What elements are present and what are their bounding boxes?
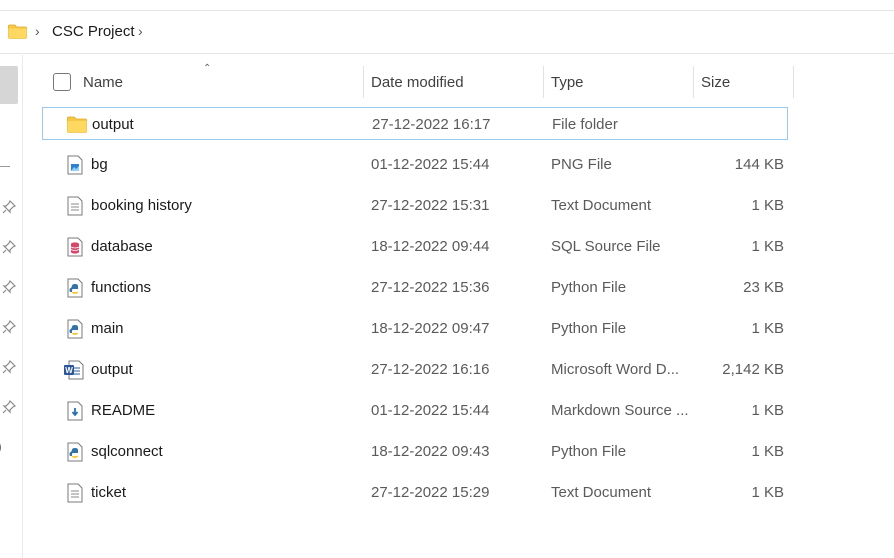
breadcrumb-item[interactable]: CSC Project xyxy=(52,23,135,40)
column-divider[interactable] xyxy=(793,66,794,98)
sort-up-icon: ⌃ xyxy=(203,63,212,74)
column-header-type[interactable]: Type xyxy=(551,74,584,91)
file-date-modified: 18-12-2022 09:43 xyxy=(371,443,490,460)
folder-icon xyxy=(67,116,87,136)
file-name: ticket xyxy=(91,484,127,501)
navigation-pane xyxy=(0,55,22,558)
python-file-icon xyxy=(66,278,84,298)
file-name: README xyxy=(91,402,156,419)
chevron-right-icon[interactable]: › xyxy=(138,23,143,39)
file-type: PNG File xyxy=(551,156,612,173)
text-file-icon xyxy=(66,483,84,503)
sql-file-icon xyxy=(66,237,84,257)
file-row[interactable]: main 18-12-2022 09:47 Python File 1 KB xyxy=(42,312,788,345)
file-row[interactable]: bg 01-12-2022 15:44 PNG File 144 KB xyxy=(42,148,788,181)
file-name: booking history xyxy=(91,197,192,214)
file-row[interactable]: booking history 27-12-2022 15:31 Text Docu… xyxy=(42,189,788,222)
file-date-modified: 27-12-2022 15:36 xyxy=(371,279,490,296)
select-all-checkbox[interactable] xyxy=(53,73,71,91)
file-name: output xyxy=(92,116,134,133)
file-row[interactable]: sqlconnect 18-12-2022 09:43 Python File 1 K… xyxy=(42,435,788,468)
file-date-modified: 01-12-2022 15:44 xyxy=(371,402,490,419)
pane-divider[interactable] xyxy=(22,55,23,558)
file-size: 1 KB xyxy=(751,238,784,255)
file-size: 1 KB xyxy=(751,320,784,337)
file-size: 1 KB xyxy=(751,197,784,214)
file-date-modified: 27-12-2022 15:29 xyxy=(371,484,490,501)
file-type: Text Document xyxy=(551,197,652,214)
chevron-right-icon[interactable]: › xyxy=(35,23,40,39)
file-type: File folder xyxy=(552,116,618,133)
file-row[interactable]: Woutput 27-12-2022 16:16 Microsoft Word D.… xyxy=(42,353,788,386)
file-size: 23 KB xyxy=(743,279,784,296)
pin-icon[interactable] xyxy=(2,400,16,414)
file-type: Text Document xyxy=(551,484,652,501)
file-date-modified: 18-12-2022 09:44 xyxy=(371,238,490,255)
file-date-modified: 18-12-2022 09:47 xyxy=(371,320,490,337)
file-type: SQL Source File xyxy=(551,238,661,255)
file-type: Markdown Source ... xyxy=(551,402,689,419)
divider xyxy=(0,53,894,54)
column-divider[interactable] xyxy=(543,66,544,98)
drive-icon[interactable]: ) xyxy=(0,438,2,454)
top-border xyxy=(0,10,894,11)
column-header-name[interactable]: Name xyxy=(83,74,123,91)
divider xyxy=(0,166,10,167)
file-type: Python File xyxy=(551,443,627,460)
file-date-modified: 01-12-2022 15:44 xyxy=(371,156,490,173)
file-type: Python File xyxy=(551,320,627,337)
file-size: 1 KB xyxy=(751,484,784,501)
file-date-modified: 27-12-2022 16:17 xyxy=(372,116,491,133)
file-size: 1 KB xyxy=(751,402,784,419)
file-name: output xyxy=(91,361,133,378)
file-date-modified: 27-12-2022 15:31 xyxy=(371,197,490,214)
column-header-size[interactable]: Size xyxy=(701,74,730,91)
nav-pane-selection[interactable] xyxy=(0,66,18,104)
file-name: functions xyxy=(91,279,152,296)
markdown-file-icon xyxy=(66,401,84,421)
column-header-date[interactable]: Date modified xyxy=(371,74,464,91)
file-row[interactable]: README 01-12-2022 15:44 Markdown Source ..… xyxy=(42,394,788,427)
file-size: 1 KB xyxy=(751,443,784,460)
file-row[interactable]: database 18-12-2022 09:44 SQL Source File 1… xyxy=(42,230,788,263)
image-file-icon xyxy=(66,155,84,175)
text-file-icon xyxy=(66,196,84,216)
column-divider[interactable] xyxy=(363,66,364,98)
python-file-icon xyxy=(66,319,84,339)
file-row[interactable]: ticket 27-12-2022 15:29 Text Document 1 KB xyxy=(42,476,788,509)
file-size: 2,142 KB xyxy=(722,361,784,378)
file-type: Microsoft Word D... xyxy=(551,361,680,378)
pin-icon[interactable] xyxy=(2,200,16,214)
file-name: database xyxy=(91,238,153,255)
pin-icon[interactable] xyxy=(2,320,16,334)
pin-icon[interactable] xyxy=(2,280,16,294)
file-date-modified: 27-12-2022 16:16 xyxy=(371,361,490,378)
word-file-icon: W xyxy=(63,360,84,380)
column-divider[interactable] xyxy=(693,66,694,98)
file-name: sqlconnect xyxy=(91,443,163,460)
file-size: 144 KB xyxy=(734,156,784,173)
pin-icon[interactable] xyxy=(2,360,16,374)
file-name: bg xyxy=(91,156,108,173)
svg-text:W: W xyxy=(65,366,73,375)
file-type: Python File xyxy=(551,279,627,296)
file-row[interactable]: functions 27-12-2022 15:36 Python File 23 K… xyxy=(42,271,788,304)
file-row[interactable]: output 27-12-2022 16:17 File folder xyxy=(42,107,788,140)
file-name: main xyxy=(91,320,124,337)
python-file-icon xyxy=(66,442,84,462)
folder-icon xyxy=(8,24,27,39)
pin-icon[interactable] xyxy=(2,240,16,254)
